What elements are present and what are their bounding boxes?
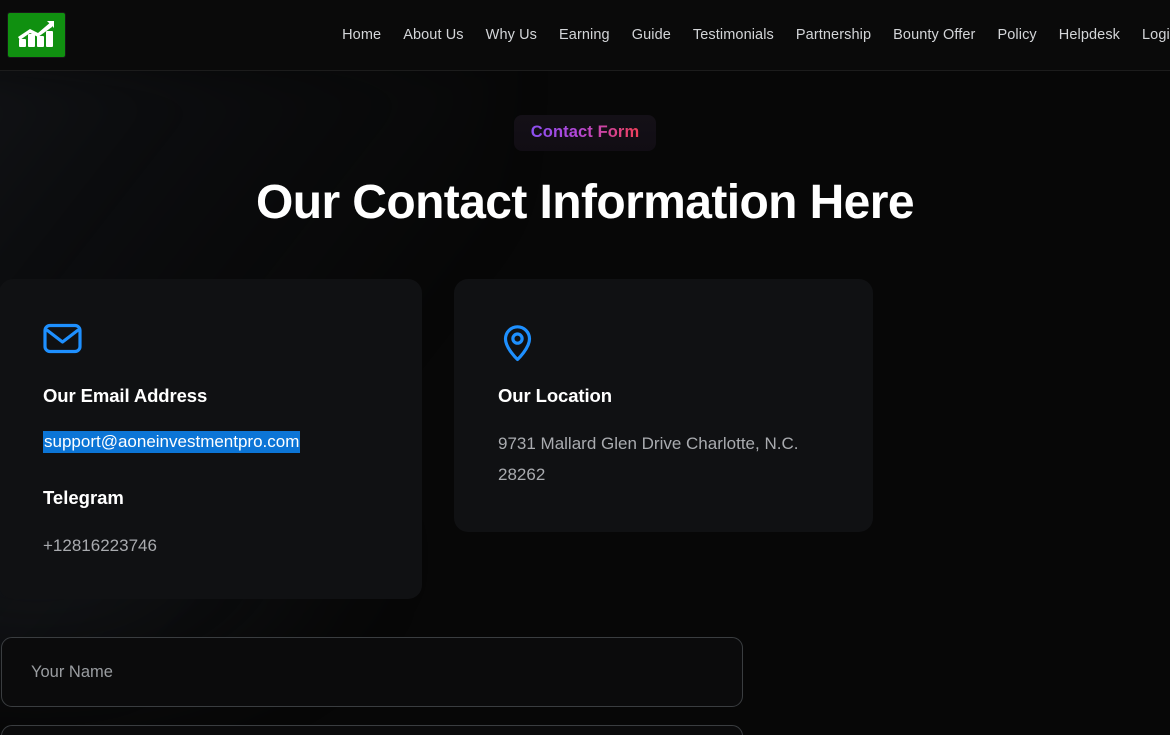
nav-link-guide[interactable]: Guide	[621, 22, 682, 49]
nav-link-testimonials[interactable]: Testimonials	[682, 22, 785, 49]
nav-link-login[interactable]: Login	[1131, 22, 1170, 49]
email-card: Our Email Address support@aoneinvestment…	[0, 278, 422, 599]
site-logo[interactable]	[8, 13, 65, 57]
envelope-icon	[43, 323, 378, 363]
site-header: Home About Us Why Us Earning Guide Testi…	[0, 0, 1170, 71]
nav-link-bounty-offer[interactable]: Bounty Offer	[882, 22, 986, 49]
telegram-title: Telegram	[43, 487, 124, 509]
location-address: 9731 Mallard Glen Drive Charlotte, N.C. …	[498, 433, 799, 484]
growth-chart-logo-icon	[17, 20, 57, 50]
hero-section: Contact Form Our Contact Information Her…	[0, 71, 1170, 229]
location-card: Our Location 9731 Mallard Glen Drive Cha…	[454, 278, 873, 532]
page-title: Our Contact Information Here	[256, 176, 915, 229]
your-email-field[interactable]	[1, 724, 743, 735]
email-address-value[interactable]: support@aoneinvestmentpro.com	[43, 430, 301, 453]
nav-link-partnership[interactable]: Partnership	[785, 22, 882, 49]
location-card-title: Our Location	[498, 384, 612, 406]
contact-form-badge: Contact Form	[513, 115, 657, 151]
telegram-value[interactable]: +12816223746	[43, 531, 373, 562]
contact-form-badge-label: Contact Form	[530, 123, 640, 141]
nav-link-helpdesk[interactable]: Helpdesk	[1048, 22, 1131, 49]
email-card-title: Our Email Address	[43, 384, 208, 406]
main-navigation: Home About Us Why Us Earning Guide Testi…	[331, 22, 1170, 49]
your-name-field[interactable]: Your Name	[1, 636, 743, 707]
nav-link-about-us[interactable]: About Us	[392, 22, 474, 49]
contact-cards: Our Email Address support@aoneinvestment…	[0, 278, 1170, 599]
nav-link-earning[interactable]: Earning	[548, 22, 621, 49]
contact-form: Your Name	[0, 636, 1170, 735]
map-pin-icon	[498, 323, 829, 363]
email-address-line: support@aoneinvestmentpro.com	[43, 429, 378, 455]
nav-link-home[interactable]: Home	[331, 22, 392, 49]
contact-page: Home About Us Why Us Earning Guide Testi…	[0, 0, 1170, 735]
your-name-placeholder: Your Name	[31, 662, 113, 681]
badge-container: Contact Form	[0, 115, 1170, 151]
nav-link-policy[interactable]: Policy	[986, 22, 1047, 49]
nav-link-why-us[interactable]: Why Us	[475, 22, 548, 49]
